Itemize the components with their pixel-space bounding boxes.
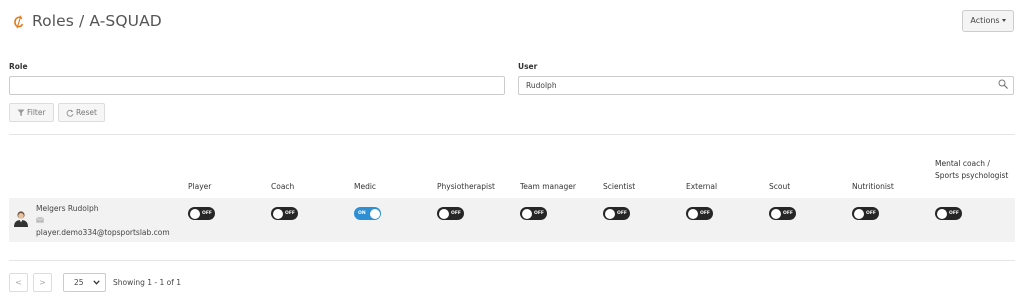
role-toggle-scientist[interactable]: OFF [603,207,630,220]
column-header-coach: Coach [271,182,295,191]
divider [9,134,1015,135]
actions-button-label: Actions [970,16,1000,25]
pagination-status: Showing 1 - 1 of 1 [113,278,182,287]
search-icon[interactable] [998,79,1008,89]
reset-button-label: Reset [76,108,97,117]
filter-button[interactable]: Filter [9,103,54,122]
role-toggle-scout[interactable]: OFF [769,207,796,220]
column-header-physiotherapist: Physiotherapist [437,182,495,191]
role-label: Role [9,62,28,71]
column-header-scientist: Scientist [603,182,636,191]
role-toggle-physiotherapist[interactable]: OFF [437,207,464,220]
user-avatar-icon [14,211,28,227]
column-header-player: Player [188,182,212,191]
filter-button-label: Filter [27,108,46,117]
page-title: Roles / A-SQUAD [32,12,162,30]
role-toggle-team-manager[interactable]: OFF [520,207,547,220]
column-header-external: External [686,182,718,191]
role-toggle-nutritionist[interactable]: OFF [852,207,879,220]
toggle-state-label: OFF [617,210,627,216]
actions-dropdown-button[interactable]: Actions [962,10,1014,32]
role-input[interactable] [9,76,505,95]
role-toggle-external[interactable]: OFF [686,207,713,220]
role-toggle-mental-coach[interactable]: OFF [935,207,962,220]
role-toggle-coach[interactable]: OFF [271,207,298,220]
column-header-nutritionist: Nutritionist [852,182,894,191]
user-label: User [518,62,538,71]
toggle-state-label: OFF [202,210,212,216]
reset-button[interactable]: Reset [58,103,105,122]
next-page-button[interactable]: > [33,273,52,292]
role-toggle-medic[interactable]: ON [354,207,381,220]
toggle-state-label: OFF [451,210,461,216]
caret-down-icon [1001,19,1006,22]
role-toggle-player[interactable]: OFF [188,207,215,220]
toggle-state-label: ON [358,210,366,216]
user-email: player.demo334@topsportslab.com [36,228,170,237]
divider [9,260,1015,261]
user-search-input[interactable] [518,76,1014,95]
page-size-value: 25 [74,278,84,287]
user-name: Melgers Rudolph [36,204,99,213]
funnel-icon [17,109,25,117]
app-logo-icon [14,15,23,29]
toggle-state-label: OFF [285,210,295,216]
page-header: Roles / A-SQUAD Actions [0,0,1024,44]
page-size-select[interactable]: 25 [63,273,106,292]
column-header-team-manager: Team manager [520,182,576,191]
envelope-icon [36,217,44,223]
refresh-icon [66,109,74,117]
column-header-scout: Scout [769,182,791,191]
column-header-medic: Medic [354,182,377,191]
toggle-state-label: OFF [534,210,544,216]
column-header-mental-coach: Mental coach / Sports psychologist [935,159,1009,180]
previous-page-button[interactable]: < [9,273,28,292]
toggle-state-label: OFF [783,210,793,216]
toggle-state-label: OFF [866,210,876,216]
toggle-state-label: OFF [700,210,710,216]
chevron-down-icon [93,280,100,285]
toggle-state-label: OFF [949,210,959,216]
